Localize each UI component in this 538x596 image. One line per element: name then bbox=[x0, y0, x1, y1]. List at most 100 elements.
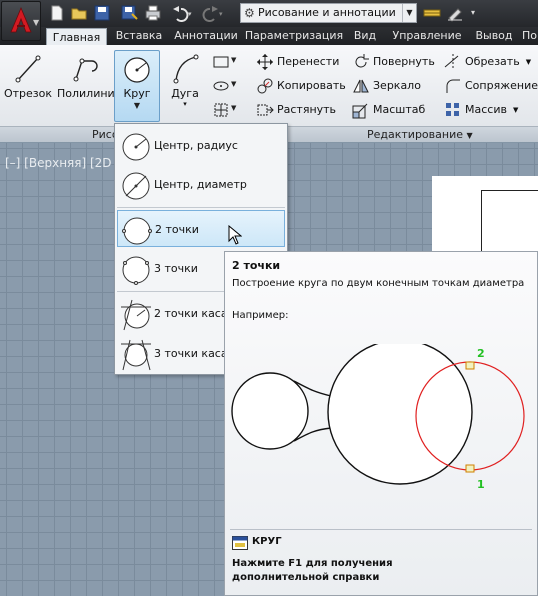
move-icon bbox=[256, 53, 274, 71]
large-circle bbox=[327, 344, 473, 485]
circle-tool-button[interactable]: Круг ▼ bbox=[114, 50, 160, 122]
workspace-select[interactable]: ⚙ Рисование и аннотации ▼ bbox=[240, 3, 417, 23]
chevron-down-icon: ▼ bbox=[231, 104, 237, 112]
arc-tool-button[interactable]: Дуга ▾ bbox=[160, 51, 210, 111]
trim-label: Обрезать bbox=[465, 55, 520, 68]
menu-item-label: Центр, радиус bbox=[154, 139, 238, 152]
point-2-label: 2 bbox=[477, 347, 485, 360]
tooltip-illustration: 2 1 bbox=[231, 344, 525, 491]
menu-item-2-points[interactable]: 2 точки bbox=[117, 210, 285, 247]
save-icon[interactable] bbox=[93, 4, 111, 22]
ellipse-icon bbox=[213, 81, 229, 91]
circle-center-diameter-icon bbox=[122, 172, 150, 200]
mirror-button[interactable]: Зеркало bbox=[352, 77, 421, 97]
tooltip-divider bbox=[230, 529, 532, 530]
undo-icon[interactable]: ▾ bbox=[169, 4, 195, 22]
title-bar: ▾ ▾ ⚙ Рисование и аннотации ▼ ▾ bbox=[0, 0, 538, 27]
copy-button[interactable]: Копировать bbox=[256, 77, 346, 97]
point-2-marker bbox=[465, 361, 475, 370]
rotate-label: Повернуть bbox=[373, 55, 435, 68]
mouse-cursor-icon bbox=[228, 225, 242, 245]
copy-icon bbox=[256, 77, 274, 95]
array-icon bbox=[444, 101, 462, 119]
save-as-icon[interactable] bbox=[120, 4, 138, 22]
small-circle bbox=[231, 372, 309, 450]
trim-icon bbox=[444, 53, 462, 71]
edit-panel-title[interactable]: Редактирование ▼ bbox=[367, 127, 473, 143]
mirror-icon bbox=[352, 77, 370, 95]
stretch-icon bbox=[256, 101, 274, 119]
scale-button[interactable]: Масштаб bbox=[352, 101, 425, 121]
fillet-label: Сопряжение bbox=[465, 79, 538, 92]
new-icon[interactable] bbox=[48, 4, 66, 22]
svg-text:▾: ▾ bbox=[188, 10, 192, 18]
tab-insert[interactable]: Вставка bbox=[110, 27, 168, 46]
chevron-down-icon: ▼ bbox=[402, 4, 416, 22]
autocad-logo-icon bbox=[10, 6, 32, 33]
tooltip-2-points: 2 точки Построение круга по двум конечны… bbox=[224, 251, 538, 596]
rectangle-tool-button[interactable]: ▼ bbox=[211, 52, 239, 72]
menu-item-label: Центр, диаметр bbox=[154, 178, 247, 191]
circle-tool-label: Круг bbox=[123, 87, 151, 100]
arc-tool-label: Дуга bbox=[171, 87, 199, 100]
arc-icon bbox=[173, 54, 199, 84]
circle-3-points-icon bbox=[122, 256, 150, 285]
chevron-down-icon[interactable]: ▾ bbox=[471, 4, 489, 22]
circle-center-radius-icon bbox=[122, 133, 150, 161]
hatch-tool-button[interactable]: ▼ bbox=[211, 100, 239, 120]
circle-tangent-3-icon bbox=[121, 339, 151, 371]
tooltip-example-label: Например: bbox=[232, 310, 289, 321]
tab-annotate[interactable]: Аннотации bbox=[170, 27, 242, 46]
circle-tangent-tangent-radius-icon bbox=[121, 299, 151, 331]
tooltip-help-line-2: дополнительной справки bbox=[232, 572, 380, 583]
menu-item-center-radius[interactable]: Центр, радиус bbox=[117, 127, 285, 164]
tab-parametric[interactable]: Параметризация bbox=[244, 27, 344, 46]
polyline-icon bbox=[73, 58, 98, 82]
stretch-button[interactable]: Растянуть bbox=[256, 101, 336, 121]
chevron-down-icon: ▼ bbox=[466, 131, 473, 140]
line-icon bbox=[15, 55, 41, 83]
application-menu-button[interactable]: ▼ bbox=[1, 1, 41, 41]
tab-manage[interactable]: Управление bbox=[387, 27, 467, 46]
fillet-icon bbox=[444, 77, 462, 95]
copy-label: Копировать bbox=[277, 79, 346, 92]
menu-item-label: 2 точки bbox=[155, 223, 199, 236]
hatch-icon bbox=[214, 103, 228, 117]
stretch-label: Растянуть bbox=[277, 103, 337, 116]
move-button[interactable]: Перенести bbox=[256, 53, 339, 73]
chevron-down-icon: ▾ bbox=[183, 100, 187, 108]
open-icon[interactable] bbox=[70, 4, 88, 22]
layer-icon[interactable] bbox=[423, 4, 441, 22]
tooltip-command-name: КРУГ bbox=[252, 536, 282, 547]
array-button[interactable]: Массив ▼ bbox=[444, 101, 518, 121]
match-properties-icon[interactable] bbox=[446, 4, 464, 22]
move-label: Перенести bbox=[277, 55, 340, 68]
scale-label: Масштаб bbox=[373, 103, 426, 116]
tab-plugins[interactable]: По bbox=[522, 27, 538, 46]
chevron-down-icon: ▼ bbox=[33, 18, 40, 27]
chevron-down-icon: ▼ bbox=[231, 80, 237, 88]
menu-item-center-diameter[interactable]: Центр, диаметр bbox=[117, 166, 285, 203]
fillet-button[interactable]: Сопряжение bbox=[444, 77, 538, 97]
polyline-tool-button[interactable]: Полилиния bbox=[57, 51, 121, 111]
viewport-label[interactable]: [–] [Верхняя] [2D к bbox=[5, 156, 123, 170]
tooltip-help-line-1: Нажмите F1 для получения bbox=[232, 558, 393, 569]
tooltip-description: Построение круга по двум конечным точкам… bbox=[232, 278, 525, 289]
trim-button[interactable]: Обрезать ▼ bbox=[444, 53, 531, 73]
point-1-label: 1 bbox=[477, 478, 485, 491]
mirror-label: Зеркало bbox=[373, 79, 421, 92]
rotate-button[interactable]: Повернуть bbox=[352, 53, 435, 73]
menu-item-label: 3 точки bbox=[154, 262, 198, 275]
menu-item-label: 3 точки касан bbox=[154, 347, 235, 360]
tab-view[interactable]: Вид bbox=[347, 27, 383, 46]
ribbon-tab-bar: Главная Вставка Аннотации Параметризация… bbox=[0, 27, 538, 47]
rectangle-icon bbox=[213, 56, 229, 68]
line-tool-button[interactable]: Отрезок bbox=[3, 51, 53, 111]
tab-output[interactable]: Вывод bbox=[470, 27, 518, 46]
ellipse-tool-button[interactable]: ▼ bbox=[211, 76, 239, 96]
redo-icon[interactable]: ▾ bbox=[200, 4, 226, 22]
chevron-down-icon: ▼ bbox=[525, 58, 532, 66]
edit-panel-title-label: Редактирование bbox=[367, 128, 463, 141]
line-tool-label: Отрезок bbox=[3, 87, 53, 100]
print-icon[interactable] bbox=[144, 4, 162, 22]
